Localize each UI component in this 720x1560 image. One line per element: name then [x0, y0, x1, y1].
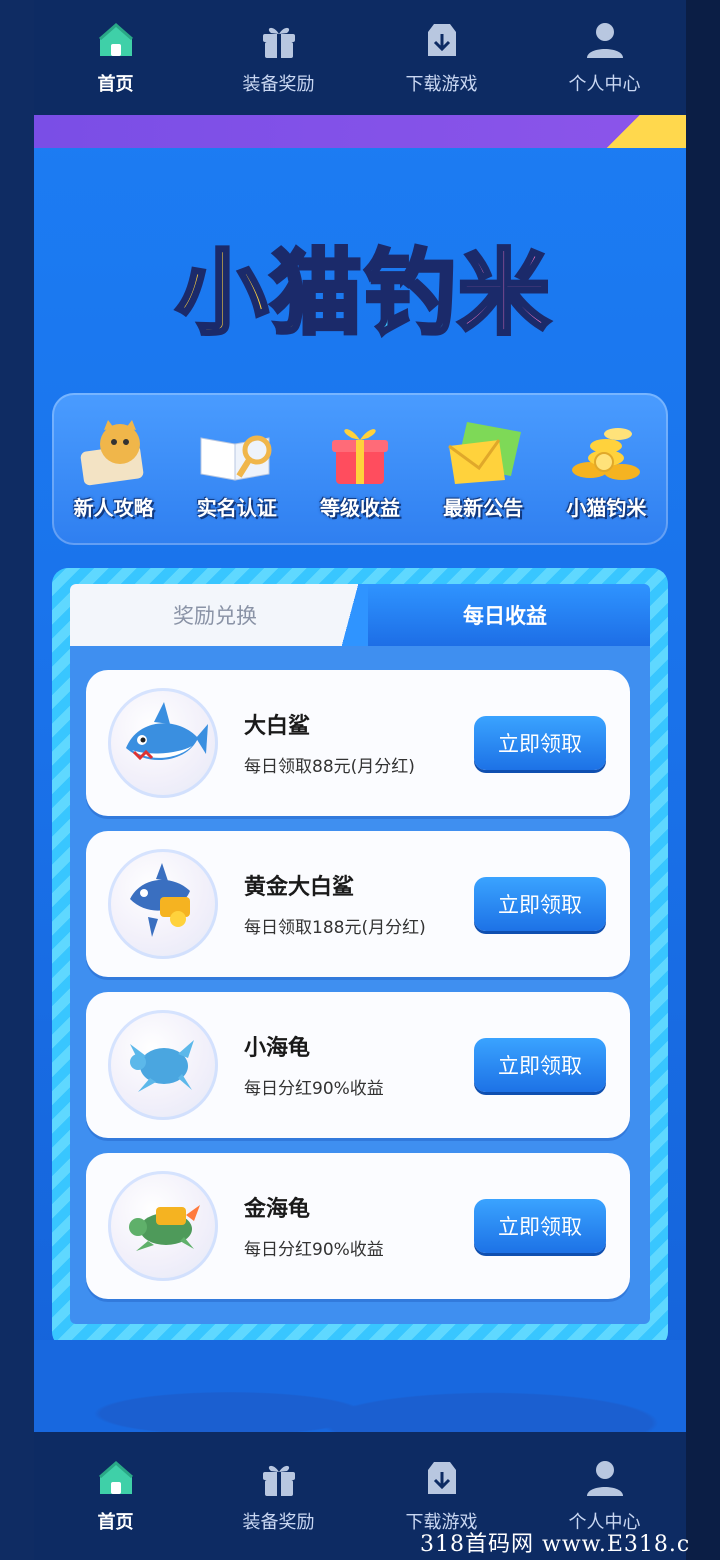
board-inner: 奖励兑换 每日收益 大白鲨 每日领取88元(月分红) 立即领取 黄金大白鲨 每日… [70, 584, 650, 1324]
right-gutter [686, 0, 720, 1560]
quick-label-guide: 新人攻略 [73, 495, 154, 520]
top-nav: 首页 装备奖励 下载游戏 个人中心 [34, 0, 686, 115]
golden-shark-icon [108, 849, 218, 959]
reward-card: 大白鲨 每日领取88元(月分红) 立即领取 [86, 670, 630, 816]
download-icon [422, 20, 462, 60]
card-desc: 每日领取88元(月分红) [244, 757, 415, 777]
quick-label-level: 等级收益 [319, 495, 400, 520]
logo-text: 小猫钓米 [174, 219, 553, 352]
nav-profile[interactable]: 个人中心 [523, 0, 686, 115]
coins-icon [564, 418, 648, 488]
card-title: 金海龟 [244, 1197, 311, 1222]
quick-item-guide[interactable]: 新人攻略 [59, 418, 169, 521]
claim-button[interactable]: 立即领取 [474, 716, 606, 770]
claim-button[interactable]: 立即领取 [474, 1199, 606, 1253]
app-frame: 首页 装备奖励 下载游戏 个人中心 小猫钓米 新人攻略 实名认证 等级收益 最新… [34, 0, 686, 1560]
tab-exchange[interactable]: 奖励兑换 [70, 584, 360, 646]
nav-home-label: 首页 [97, 1512, 134, 1533]
quick-label-cat: 小猫钓米 [566, 495, 647, 520]
nav-download[interactable]: 下载游戏 [360, 0, 523, 115]
nav-home[interactable]: 首页 [34, 1432, 197, 1560]
tab-daily[interactable]: 每日收益 [360, 584, 650, 646]
left-gutter [0, 0, 34, 1560]
logo-char-2: 猫 [268, 238, 364, 349]
turtle-icon [108, 1010, 218, 1120]
quick-item-notice[interactable]: 最新公告 [428, 418, 538, 521]
gift-icon [259, 1458, 299, 1498]
nav-rewards[interactable]: 装备奖励 [197, 1432, 360, 1560]
game-logo: 小猫钓米 [174, 210, 554, 360]
logo-char-4: 米 [456, 238, 553, 349]
quick-label-verify: 实名认证 [196, 495, 277, 520]
user-icon [585, 20, 625, 60]
reward-card: 金海龟 每日分红90%收益 立即领取 [86, 1153, 630, 1299]
card-title: 小海龟 [244, 1036, 311, 1061]
book-magnifier-icon [195, 418, 279, 488]
cat-guide-icon [72, 418, 156, 488]
reward-card: 小海龟 每日分红90%收益 立即领取 [86, 992, 630, 1138]
header-stripe [34, 115, 686, 148]
tab-divider [332, 584, 368, 646]
shark-icon [108, 688, 218, 798]
claim-button[interactable]: 立即领取 [474, 1038, 606, 1092]
card-desc: 每日分红90%收益 [244, 1079, 384, 1099]
download-icon [422, 1458, 462, 1498]
quick-item-verify[interactable]: 实名认证 [182, 418, 292, 521]
card-desc: 每日领取188元(月分红) [244, 918, 426, 938]
card-desc: 每日分红90%收益 [244, 1240, 384, 1260]
quick-item-cat[interactable]: 小猫钓米 [551, 418, 661, 521]
gift-icon [259, 20, 299, 60]
reward-card: 黄金大白鲨 每日领取188元(月分红) 立即领取 [86, 831, 630, 977]
nav-rewards[interactable]: 装备奖励 [197, 0, 360, 115]
gift-box-icon [318, 418, 402, 488]
quick-access-panel: 新人攻略 实名认证 等级收益 最新公告 小猫钓米 [52, 393, 668, 545]
claim-button[interactable]: 立即领取 [474, 877, 606, 931]
tab-bar: 奖励兑换 每日收益 [70, 584, 650, 646]
logo-char-3: 钓 [362, 238, 459, 349]
logo-char-1: 小 [174, 238, 270, 349]
quick-item-level[interactable]: 等级收益 [305, 418, 415, 521]
user-icon [585, 1458, 625, 1498]
income-board: 奖励兑换 每日收益 大白鲨 每日领取88元(月分红) 立即领取 黄金大白鲨 每日… [52, 568, 668, 1348]
nav-rewards-label: 装备奖励 [242, 1512, 315, 1533]
nav-home-label: 首页 [97, 73, 134, 95]
home-icon [96, 1458, 136, 1498]
home-icon [96, 20, 136, 60]
nav-download-label: 下载游戏 [405, 73, 478, 95]
nav-home[interactable]: 首页 [34, 0, 197, 115]
nav-profile-label: 个人中心 [568, 73, 641, 95]
envelope-icon [441, 418, 525, 488]
golden-turtle-icon [108, 1171, 218, 1281]
nav-rewards-label: 装备奖励 [242, 73, 315, 95]
seabed-decoration [34, 1340, 686, 1432]
quick-label-notice: 最新公告 [443, 495, 524, 520]
card-title: 大白鲨 [244, 714, 311, 739]
card-title: 黄金大白鲨 [244, 875, 355, 900]
watermark-text: 318首码网 www.E318.c [420, 1532, 691, 1557]
